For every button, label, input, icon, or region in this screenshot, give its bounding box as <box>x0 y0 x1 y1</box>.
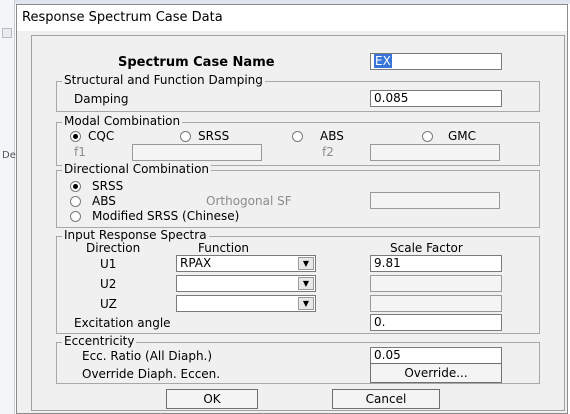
orthogonal-sf-label: Orthogonal SF <box>206 194 292 208</box>
radio-abs-modal[interactable] <box>292 131 303 142</box>
radio-modified-srss[interactable] <box>70 211 81 222</box>
modal-combination-title: Modal Combination <box>62 114 183 128</box>
function-u1-value: RPAX <box>180 256 212 270</box>
dropdown-arrow-icon[interactable]: ▼ <box>298 297 314 310</box>
direction-uz-label: UZ <box>100 297 117 311</box>
dropdown-arrow-icon[interactable]: ▼ <box>298 257 314 270</box>
radio-gmc[interactable] <box>422 131 433 142</box>
function-u1-select[interactable]: RPAX ▼ <box>176 255 316 272</box>
damping-label: Damping <box>74 92 129 106</box>
header-scale-factor: Scale Factor <box>390 241 463 255</box>
spectrum-case-name-label: Spectrum Case Name <box>118 55 275 70</box>
radio-srss-directional[interactable] <box>70 181 81 192</box>
function-u2-select[interactable]: ▼ <box>176 275 316 292</box>
spectrum-case-name-input[interactable]: EX <box>370 53 502 70</box>
dropdown-arrow-icon[interactable]: ▼ <box>298 277 314 290</box>
scale-factor-uz-input[interactable] <box>370 295 502 312</box>
input-response-spectra-title: Input Response Spectra <box>62 228 209 242</box>
excitation-angle-input[interactable]: 0. <box>370 314 502 331</box>
ecc-ratio-input[interactable]: 0.05 <box>370 347 502 364</box>
ok-button[interactable]: OK <box>166 389 258 409</box>
damping-input[interactable]: 0.085 <box>370 90 502 107</box>
radio-gmc-label: GMC <box>448 129 477 143</box>
directional-combination-title: Directional Combination <box>62 162 212 176</box>
background-window-panel <box>0 0 15 414</box>
radio-srss-modal[interactable] <box>180 131 191 142</box>
radio-modified-srss-label: Modified SRSS (Chinese) <box>92 209 240 223</box>
header-function: Function <box>198 241 250 255</box>
f2-label: f2 <box>322 145 334 159</box>
header-direction: Direction <box>86 241 141 255</box>
scale-factor-u2-input[interactable] <box>370 275 502 292</box>
orthogonal-sf-input[interactable] <box>370 192 500 209</box>
radio-cqc[interactable] <box>70 131 81 142</box>
excitation-angle-label: Excitation angle <box>74 316 171 330</box>
override-button[interactable]: Override... <box>370 363 502 383</box>
ecc-ratio-label: Ecc. Ratio (All Diaph.) <box>82 349 213 363</box>
direction-u2-label: U2 <box>100 277 117 291</box>
radio-cqc-label: CQC <box>88 129 115 143</box>
damping-group-title: Structural and Function Damping <box>62 73 265 87</box>
background-window-text: De <box>2 150 16 161</box>
override-diaph-label: Override Diaph. Eccen. <box>82 367 221 381</box>
scale-factor-u1-input[interactable]: 9.81 <box>370 255 502 272</box>
f1-input[interactable] <box>132 144 262 161</box>
response-spectrum-dialog: Response Spectrum Case Data Spectrum Cas… <box>16 4 568 414</box>
radio-abs-directional[interactable] <box>70 196 81 207</box>
eccentricity-title: Eccentricity <box>62 334 137 348</box>
f2-input[interactable] <box>370 144 500 161</box>
dialog-title: Response Spectrum Case Data <box>22 10 223 25</box>
f1-label: f1 <box>74 145 86 159</box>
direction-u1-label: U1 <box>100 257 117 271</box>
function-uz-select[interactable]: ▼ <box>176 295 316 312</box>
radio-srss-modal-label: SRSS <box>198 129 230 143</box>
dialog-body: Spectrum Case Name EX Structural and Fun… <box>31 35 565 411</box>
radio-srss-directional-label: SRSS <box>92 179 124 193</box>
spectrum-case-name-value: EX <box>374 54 392 68</box>
cancel-button[interactable]: Cancel <box>332 389 440 409</box>
radio-abs-directional-label: ABS <box>92 194 116 208</box>
background-window-icon <box>2 28 12 38</box>
title-bar[interactable]: Response Spectrum Case Data <box>17 5 567 31</box>
radio-abs-modal-label: ABS <box>320 129 344 143</box>
